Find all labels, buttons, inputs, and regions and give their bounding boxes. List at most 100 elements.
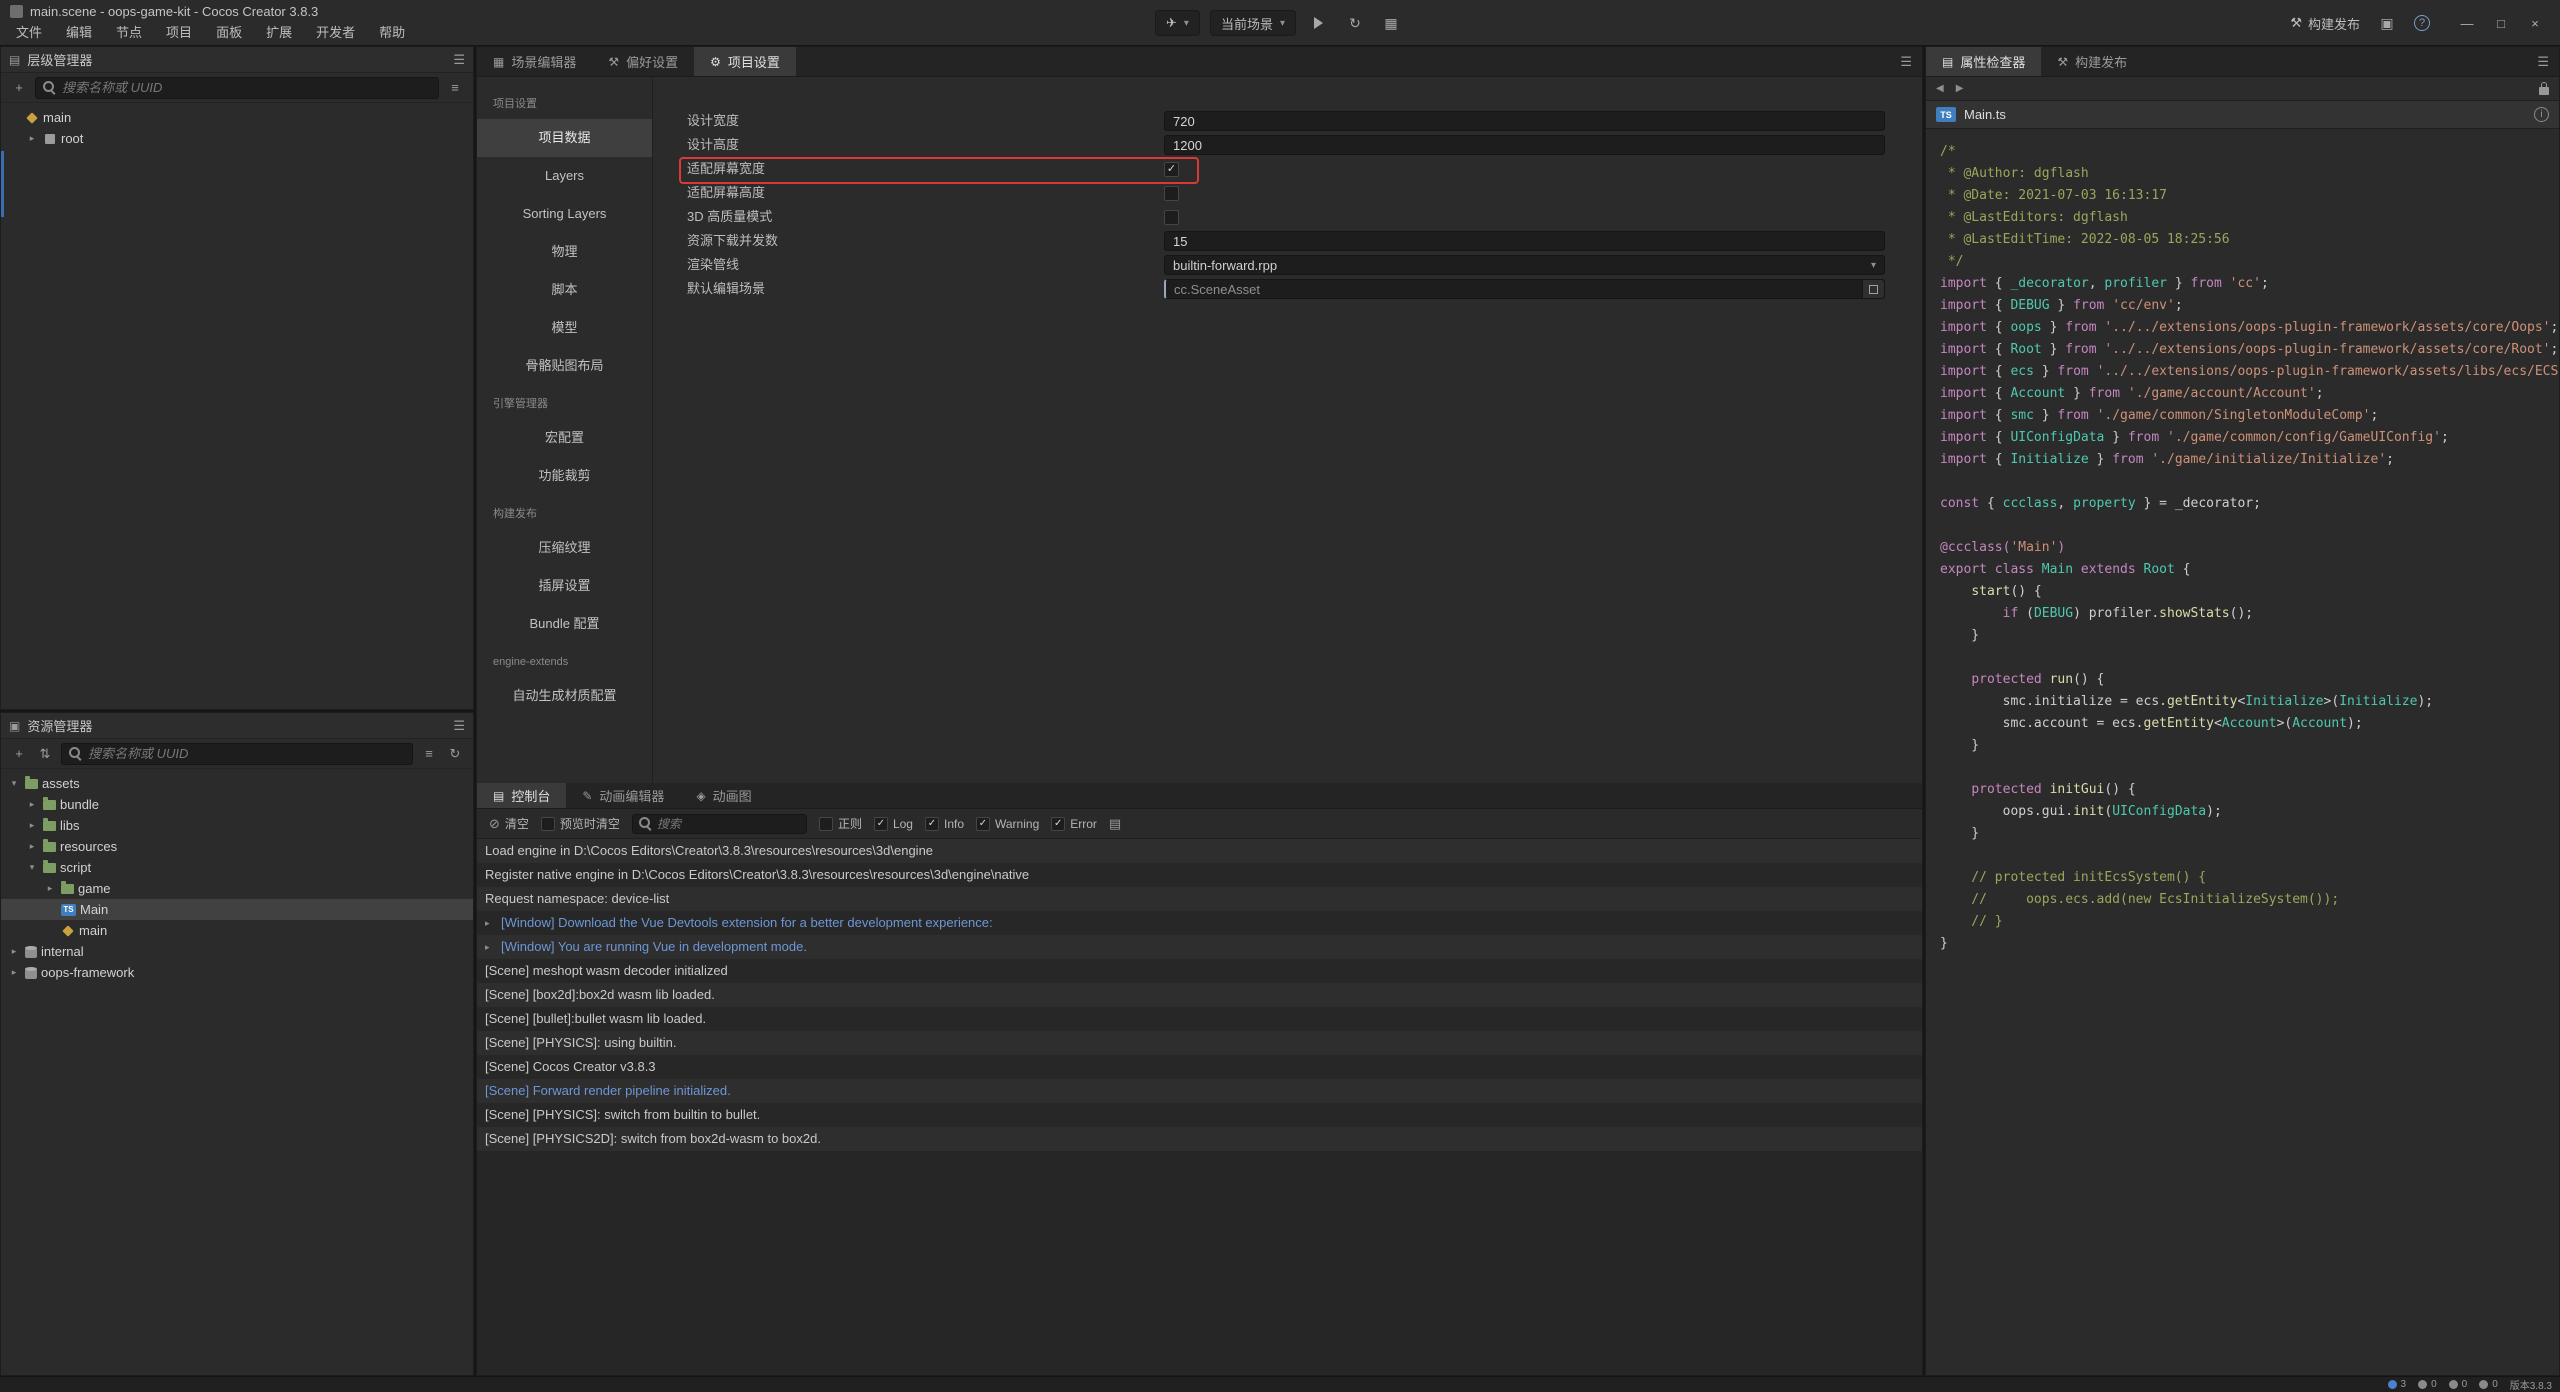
tree-node[interactable]: ▸game xyxy=(1,878,473,899)
checkbox-log[interactable]: ✓ xyxy=(874,817,888,831)
log-row[interactable]: [Scene] Cocos Creator v3.8.3 xyxy=(477,1055,1922,1079)
console-search-input[interactable] xyxy=(657,817,800,831)
tree-node[interactable]: ▸libs xyxy=(1,815,473,836)
menu-item[interactable]: 文件 xyxy=(4,22,54,44)
clear-on-preview-checkbox[interactable] xyxy=(541,817,555,831)
log-row[interactable]: Register native engine in D:\Cocos Edito… xyxy=(477,863,1922,887)
scene-select[interactable]: 当前场景 ▾ xyxy=(1210,10,1296,36)
asset-picker-button[interactable] xyxy=(1862,280,1884,298)
status-error[interactable]: 0 xyxy=(2449,1379,2468,1390)
tree-node[interactable]: TSMain xyxy=(1,899,473,920)
clear-console-button[interactable]: ⊘ 清空 xyxy=(489,815,529,832)
collapse-logs-icon[interactable]: ▤ xyxy=(1109,816,1121,832)
field-download-concurrency[interactable] xyxy=(1164,231,1885,251)
tree-node[interactable]: ▸bundle xyxy=(1,794,473,815)
expand-arrow-icon[interactable]: ▸ xyxy=(485,911,497,935)
panel-menu-icon[interactable]: ☰ xyxy=(453,718,465,734)
tab-preferences[interactable]: ⚒偏好设置 xyxy=(592,47,694,76)
expand-arrow-icon[interactable]: ▸ xyxy=(485,935,497,959)
expand-arrow-icon[interactable]: ▸ xyxy=(43,883,57,894)
log-row[interactable]: [Scene] Forward render pipeline initiali… xyxy=(477,1079,1922,1103)
panel-menu-icon[interactable]: ☰ xyxy=(453,52,465,68)
back-button[interactable]: ◀ xyxy=(1936,83,1944,94)
tree-node[interactable]: main xyxy=(1,107,473,128)
hierarchy-filter-button[interactable]: ≡ xyxy=(445,78,465,98)
tree-node[interactable]: ▾assets xyxy=(1,773,473,794)
help-button[interactable]: ? xyxy=(2414,15,2430,31)
tree-node[interactable]: main xyxy=(1,920,473,941)
expand-arrow-icon[interactable]: ▸ xyxy=(25,820,39,831)
checkbox-fit-height[interactable] xyxy=(1164,186,1179,201)
settings-category-layers[interactable]: Layers xyxy=(477,157,652,195)
tree-node[interactable]: ▸resources xyxy=(1,836,473,857)
sort-button[interactable]: ⇅ xyxy=(35,744,55,764)
expand-arrow-icon[interactable]: ▸ xyxy=(7,967,21,978)
add-node-button[interactable]: + xyxy=(9,78,29,98)
assets-filter-button[interactable]: ≡ xyxy=(419,744,439,764)
panel-menu-icon[interactable]: ☰ xyxy=(1900,54,1912,70)
gallery-button[interactable]: ▣ xyxy=(2374,10,2400,36)
tab-console[interactable]: ▤控制台 xyxy=(477,783,566,808)
build-button[interactable]: ⚒ 构建发布 xyxy=(2290,14,2360,33)
log-row[interactable]: [Scene] [box2d]:box2d wasm lib loaded. xyxy=(477,983,1922,1007)
tree-node[interactable]: ▸internal xyxy=(1,941,473,962)
log-row[interactable]: [Scene] [bullet]:bullet wasm lib loaded. xyxy=(477,1007,1922,1031)
layout-button[interactable]: ▦ xyxy=(1378,10,1404,36)
assets-refresh-button[interactable]: ↻ xyxy=(445,744,465,764)
settings-category-splash-setting[interactable]: 插屏设置 xyxy=(477,567,652,605)
settings-category-feature-crop[interactable]: 功能裁剪 xyxy=(477,457,652,495)
add-asset-button[interactable]: + xyxy=(9,744,29,764)
settings-category-physics[interactable]: 物理 xyxy=(477,233,652,271)
status-message[interactable]: 3 xyxy=(2388,1379,2407,1390)
menu-item[interactable]: 开发者 xyxy=(304,22,367,44)
tab-project-settings[interactable]: ⚙项目设置 xyxy=(694,47,796,76)
settings-category-bundle-config[interactable]: Bundle 配置 xyxy=(477,605,652,643)
close-button[interactable]: × xyxy=(2520,10,2550,36)
settings-category-sorting-layers[interactable]: Sorting Layers xyxy=(477,195,652,233)
expand-arrow-icon[interactable]: ▸ xyxy=(25,133,39,144)
expand-arrow-icon[interactable]: ▾ xyxy=(7,778,21,789)
forward-button[interactable]: ▶ xyxy=(1956,83,1964,94)
log-row[interactable]: Load engine in D:\Cocos Editors\Creator\… xyxy=(477,839,1922,863)
select-render-pipeline[interactable]: builtin-forward.rpp▾ xyxy=(1164,255,1885,275)
hierarchy-search-input[interactable] xyxy=(62,80,431,95)
log-row[interactable]: Request namespace: device-list xyxy=(477,887,1922,911)
tree-node[interactable]: ▾script xyxy=(1,857,473,878)
log-row[interactable]: [Scene] [PHYSICS]: switch from builtin t… xyxy=(477,1103,1922,1127)
menu-item[interactable]: 项目 xyxy=(154,22,204,44)
tab-scene-editor[interactable]: ▦场景编辑器 xyxy=(477,47,592,76)
log-row[interactable]: [Scene] meshopt wasm decoder initialized xyxy=(477,959,1922,983)
tree-node[interactable]: ▸root xyxy=(1,128,473,149)
minimize-button[interactable]: — xyxy=(2452,10,2482,36)
status-info[interactable]: 0 xyxy=(2418,1379,2437,1390)
refresh-button[interactable]: ↻ xyxy=(1342,10,1368,36)
settings-category-compress-texture[interactable]: 压缩纹理 xyxy=(477,529,652,567)
log-row[interactable]: [Scene] [PHYSICS2D]: switch from box2d-w… xyxy=(477,1127,1922,1151)
checkbox-fit-width[interactable]: ✓ xyxy=(1164,162,1179,177)
play-button[interactable] xyxy=(1306,10,1332,36)
field-design-width[interactable] xyxy=(1164,111,1885,131)
checkbox-error[interactable]: ✓ xyxy=(1051,817,1065,831)
expand-arrow-icon[interactable]: ▸ xyxy=(25,841,39,852)
maximize-button[interactable]: □ xyxy=(2486,10,2516,36)
menu-item[interactable]: 面板 xyxy=(204,22,254,44)
tab-inspector[interactable]: ▤属性检查器 xyxy=(1926,47,2041,76)
settings-category-model[interactable]: 模型 xyxy=(477,309,652,347)
tab-anim-graph[interactable]: ◈动画图 xyxy=(680,783,767,808)
log-row[interactable]: [Scene] [PHYSICS]: using builtin. xyxy=(477,1031,1922,1055)
panel-menu-icon[interactable]: ☰ xyxy=(2537,54,2549,70)
settings-category-auto-material[interactable]: 自动生成材质配置 xyxy=(477,677,652,715)
tab-anim-editor[interactable]: ✎动画编辑器 xyxy=(566,783,680,808)
tree-node[interactable]: ▸oops-framework xyxy=(1,962,473,983)
field-default-scene[interactable]: cc.SceneAsset xyxy=(1164,279,1885,299)
settings-category-macro-config[interactable]: 宏配置 xyxy=(477,419,652,457)
tab-build[interactable]: ⚒构建发布 xyxy=(2041,47,2143,76)
expand-arrow-icon[interactable]: ▸ xyxy=(25,799,39,810)
preview-target-select[interactable]: ✈ ▾ xyxy=(1155,10,1200,36)
checkbox-warning[interactable]: ✓ xyxy=(976,817,990,831)
settings-category-skeleton-atlas[interactable]: 骨骼贴图布局 xyxy=(477,347,652,385)
settings-category-project-data[interactable]: 项目数据 xyxy=(477,119,652,157)
checkbox-hq-3d[interactable] xyxy=(1164,210,1179,225)
menu-item[interactable]: 编辑 xyxy=(54,22,104,44)
assets-search-input[interactable] xyxy=(88,746,405,761)
